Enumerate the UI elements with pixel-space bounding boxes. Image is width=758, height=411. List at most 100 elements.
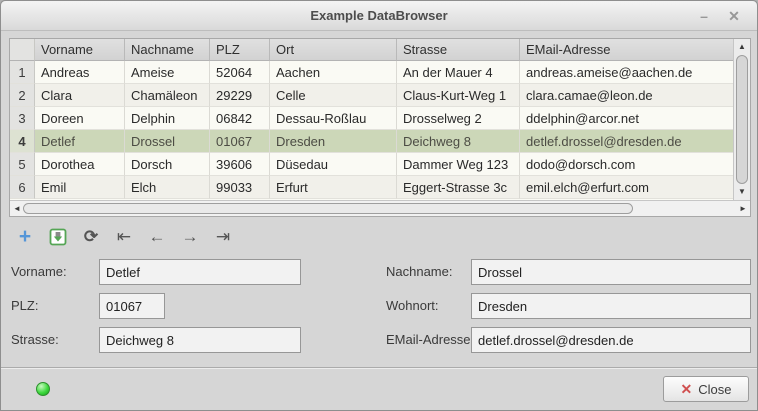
window-title: Example DataBrowser bbox=[1, 1, 757, 31]
table-cell: Detlef bbox=[35, 130, 125, 153]
table-cell: Dorothea bbox=[35, 153, 125, 176]
refresh-button[interactable]: ⟳ bbox=[79, 225, 103, 249]
row-number: 2 bbox=[10, 84, 35, 107]
close-button[interactable]: ✕ Close bbox=[663, 376, 749, 402]
table-cell: Dessau-Roßlau bbox=[270, 107, 397, 130]
row-number: 5 bbox=[10, 153, 35, 176]
refresh-icon: ⟳ bbox=[84, 227, 98, 247]
wohnort-field[interactable] bbox=[471, 293, 751, 319]
plus-icon: + bbox=[19, 227, 31, 247]
scroll-left-icon[interactable]: ◄ bbox=[11, 201, 23, 216]
vertical-scrollbar[interactable]: ▲ ▼ bbox=[733, 39, 750, 200]
column-header-email-adresse[interactable]: EMail-Adresse bbox=[520, 39, 733, 61]
vertical-scrollbar-thumb[interactable] bbox=[736, 55, 748, 184]
plz-label: PLZ: bbox=[11, 293, 38, 319]
row-number: 3 bbox=[10, 107, 35, 130]
scroll-up-icon[interactable]: ▲ bbox=[734, 40, 750, 54]
window-close-button[interactable]: ✕ bbox=[723, 5, 745, 27]
table-cell: Erfurt bbox=[270, 176, 397, 199]
table-row[interactable]: 4DetlefDrossel01067DresdenDeichweg 8detl… bbox=[10, 130, 733, 153]
table-body: 1AndreasAmeise52064AachenAn der Mauer 4a… bbox=[10, 61, 733, 199]
table-cell: 52064 bbox=[210, 61, 270, 84]
add-record-button[interactable]: + bbox=[13, 225, 37, 249]
vorname-label: Vorname: bbox=[11, 259, 67, 285]
scroll-down-icon[interactable]: ▼ bbox=[734, 185, 750, 199]
scroll-right-icon[interactable]: ► bbox=[737, 201, 749, 216]
column-header-ort[interactable]: Ort bbox=[270, 39, 397, 61]
footer-separator bbox=[1, 367, 757, 368]
row-number: 6 bbox=[10, 176, 35, 199]
first-record-button[interactable]: ⇤ bbox=[112, 225, 136, 249]
table-row[interactable]: 6EmilElch99033ErfurtEggert-Strasse 3cemi… bbox=[10, 176, 733, 199]
table-cell: Deichweg 8 bbox=[397, 130, 520, 153]
plz-field[interactable] bbox=[99, 293, 165, 319]
table-cell: Dammer Weg 123 bbox=[397, 153, 520, 176]
table-cell: 39606 bbox=[210, 153, 270, 176]
table-cell: Celle bbox=[270, 84, 397, 107]
minimize-button[interactable]: – bbox=[693, 5, 715, 27]
table-cell: Elch bbox=[125, 176, 210, 199]
email-field[interactable] bbox=[471, 327, 751, 353]
horizontal-scrollbar-thumb[interactable] bbox=[23, 203, 633, 214]
table-cell: Doreen bbox=[35, 107, 125, 130]
table-cell: Andreas bbox=[35, 61, 125, 84]
table-row[interactable]: 2ClaraChamäleon29229CelleClaus-Kurt-Weg … bbox=[10, 84, 733, 107]
table-cell: emil.elch@erfurt.com bbox=[520, 176, 733, 199]
table-cell: Aachen bbox=[270, 61, 397, 84]
column-header-nachname[interactable]: Nachname bbox=[125, 39, 210, 61]
wohnort-label: Wohnort: bbox=[386, 293, 439, 319]
strasse-label: Strasse: bbox=[11, 327, 59, 353]
table-cell: ddelphin@arcor.net bbox=[520, 107, 733, 130]
next-record-button[interactable]: → bbox=[178, 225, 202, 249]
table-grid: VornameNachnamePLZOrtStrasseEMail-Adress… bbox=[10, 39, 733, 200]
table-row[interactable]: 1AndreasAmeise52064AachenAn der Mauer 4a… bbox=[10, 61, 733, 84]
column-header-plz[interactable]: PLZ bbox=[210, 39, 270, 61]
table-cell: Claus-Kurt-Weg 1 bbox=[397, 84, 520, 107]
table-cell: 01067 bbox=[210, 130, 270, 153]
table-cell: Dorsch bbox=[125, 153, 210, 176]
email-label: EMail-Adresse: bbox=[386, 327, 474, 353]
nachname-field[interactable] bbox=[471, 259, 751, 285]
table-cell: Eggert-Strasse 3c bbox=[397, 176, 520, 199]
column-header-vorname[interactable]: Vorname bbox=[35, 39, 125, 61]
column-header-strasse[interactable]: Strasse bbox=[397, 39, 520, 61]
table-row[interactable]: 3DoreenDelphin06842Dessau-RoßlauDrosselw… bbox=[10, 107, 733, 130]
last-record-icon: ⇥ bbox=[216, 227, 230, 247]
table-cell: Chamäleon bbox=[125, 84, 210, 107]
first-record-icon: ⇤ bbox=[117, 227, 131, 247]
horizontal-scrollbar[interactable]: ◄ ► bbox=[10, 200, 750, 216]
table-cell: Ameise bbox=[125, 61, 210, 84]
next-record-icon: → bbox=[182, 227, 199, 247]
last-record-button[interactable]: ⇥ bbox=[211, 225, 235, 249]
nachname-label: Nachname: bbox=[386, 259, 452, 285]
titlebar: Example DataBrowser – ✕ bbox=[1, 1, 757, 31]
table-cell: 06842 bbox=[210, 107, 270, 130]
row-number: 1 bbox=[10, 61, 35, 84]
table-cell: Delphin bbox=[125, 107, 210, 130]
save-record-button[interactable] bbox=[46, 225, 70, 249]
previous-record-icon: ← bbox=[149, 227, 166, 247]
table-cell: clara.camae@leon.de bbox=[520, 84, 733, 107]
table-cell: Drosselweg 2 bbox=[397, 107, 520, 130]
table-row[interactable]: 5DorotheaDorsch39606DüsedauDammer Weg 12… bbox=[10, 153, 733, 176]
minimize-icon: – bbox=[700, 8, 708, 24]
table-cell: detlef.drossel@dresden.de bbox=[520, 130, 733, 153]
status-led-icon bbox=[36, 382, 50, 396]
table-cell: Clara bbox=[35, 84, 125, 107]
previous-record-button[interactable]: ← bbox=[145, 225, 169, 249]
table-header-row: VornameNachnamePLZOrtStrasseEMail-Adress… bbox=[10, 39, 733, 61]
vorname-field[interactable] bbox=[99, 259, 301, 285]
table-cell: Dresden bbox=[270, 130, 397, 153]
data-table: VornameNachnamePLZOrtStrasseEMail-Adress… bbox=[9, 38, 751, 217]
strasse-field[interactable] bbox=[99, 327, 301, 353]
table-cell: dodo@dorsch.com bbox=[520, 153, 733, 176]
table-cell: Drossel bbox=[125, 130, 210, 153]
table-cell: Emil bbox=[35, 176, 125, 199]
record-toolbar: + ⟳ ⇤ ← → ⇥ bbox=[13, 223, 235, 251]
table-cell: 29229 bbox=[210, 84, 270, 107]
table-cell: An der Mauer 4 bbox=[397, 61, 520, 84]
table-cell: Düsedau bbox=[270, 153, 397, 176]
window-close-icon: ✕ bbox=[728, 8, 740, 24]
table-cell: 99033 bbox=[210, 176, 270, 199]
app-window: Example DataBrowser – ✕ VornameNachnameP… bbox=[0, 0, 758, 411]
